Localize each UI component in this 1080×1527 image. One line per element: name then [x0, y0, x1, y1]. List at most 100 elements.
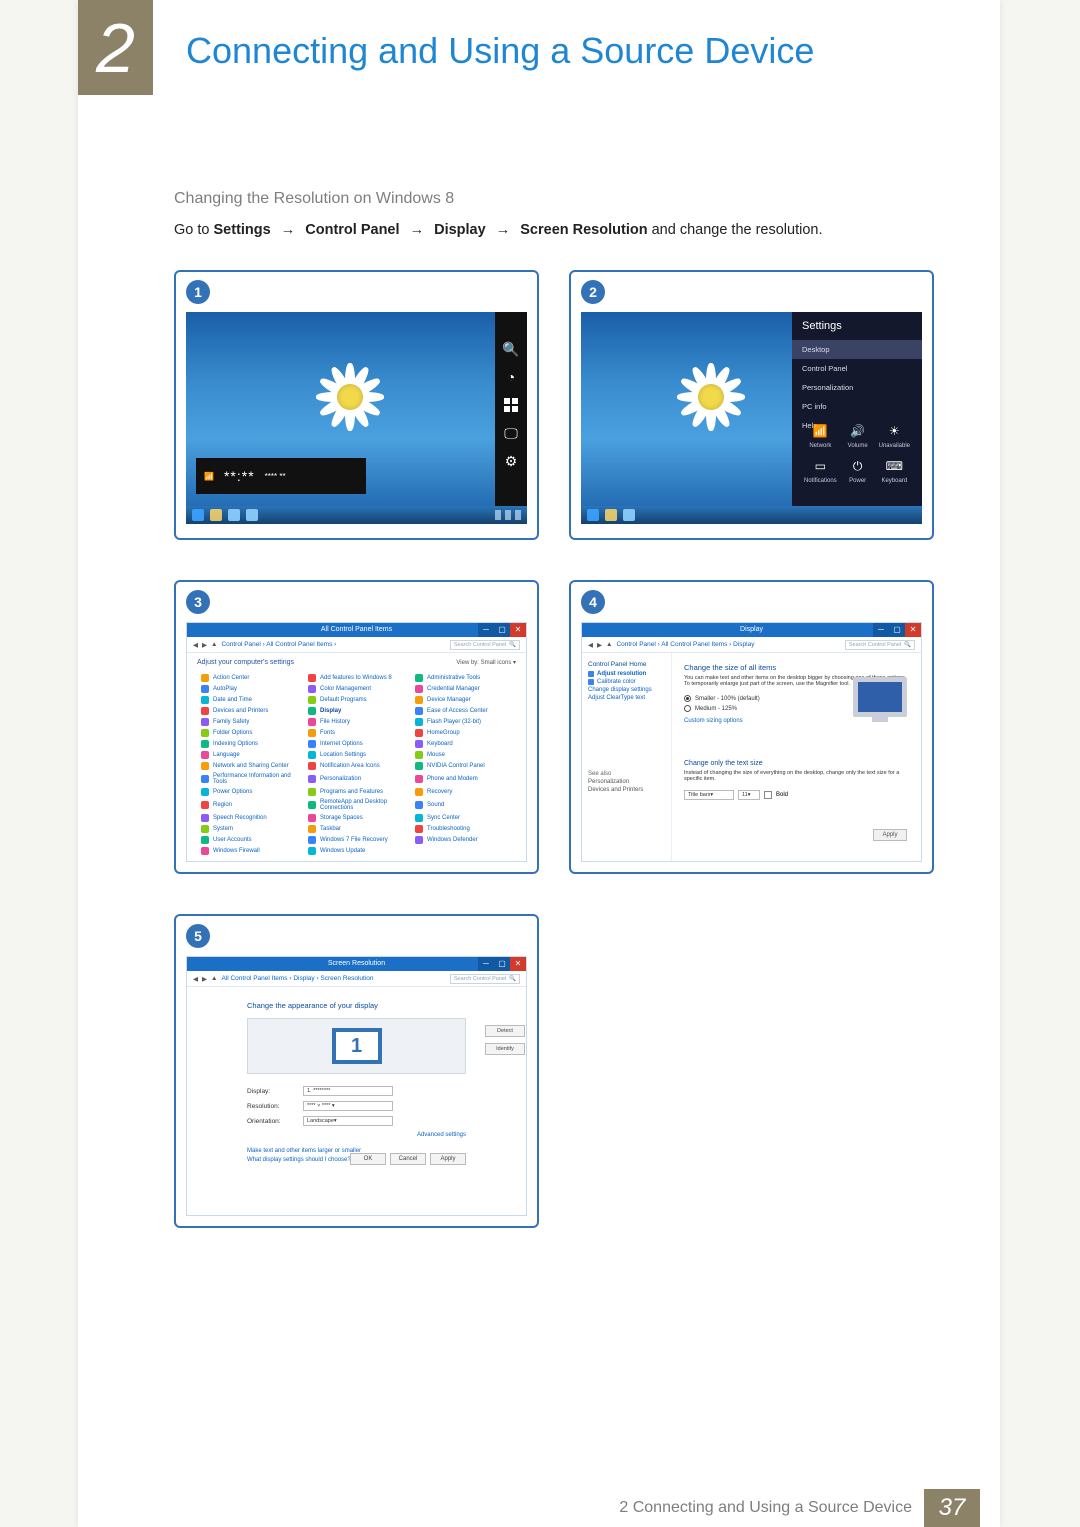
sidebar-calibrate-color[interactable]: Calibrate color	[588, 679, 665, 685]
tile-brightness[interactable]: ☀Unavailable	[879, 422, 910, 449]
nav-fwd-icon[interactable]: ▶	[202, 641, 207, 649]
cp-item[interactable]: Display	[308, 707, 405, 715]
minimize-button[interactable]: ─	[478, 623, 494, 637]
display-select[interactable]: 1. ********	[303, 1086, 393, 1096]
ie-icon[interactable]	[192, 509, 204, 521]
cp-item[interactable]: Sound	[415, 799, 512, 811]
cp-item[interactable]: NVIDIA Control Panel	[415, 762, 512, 770]
nav-up-icon[interactable]: ▲	[211, 641, 217, 648]
cp-item[interactable]: Family Safety	[201, 718, 298, 726]
sidebar-adjust-resolution[interactable]: Adjust resolution	[588, 671, 665, 677]
detect-button[interactable]: Detect	[485, 1025, 525, 1037]
cp-item[interactable]: Sync Center	[415, 814, 512, 822]
cp-item[interactable]: Speech Recognition	[201, 814, 298, 822]
cp-item[interactable]: Fonts	[308, 729, 405, 737]
ie-icon[interactable]	[587, 509, 599, 521]
close-button[interactable]: ✕	[510, 957, 526, 971]
settings-icon[interactable]: ⚙	[505, 454, 518, 468]
cp-item[interactable]: File History	[308, 718, 405, 726]
cp-item[interactable]: Performance Information and Tools	[201, 773, 298, 785]
nav-back-icon[interactable]: ◀	[588, 641, 593, 649]
nav-fwd-icon[interactable]: ▶	[202, 975, 207, 983]
cp-item[interactable]: Mouse	[415, 751, 512, 759]
tile-power[interactable]: ⏻Power	[845, 457, 871, 484]
cp-item[interactable]: Device Manager	[415, 696, 512, 704]
bold-checkbox[interactable]	[764, 791, 772, 799]
resolution-select[interactable]: **** × **** ▾	[303, 1101, 393, 1111]
nav-back-icon[interactable]: ◀	[193, 641, 198, 649]
maximize-button[interactable]: ▢	[494, 957, 510, 971]
nav-up-icon[interactable]: ▲	[606, 641, 612, 648]
cp-item[interactable]: Location Settings	[308, 751, 405, 759]
cp-item[interactable]: Administrative Tools	[415, 674, 512, 682]
item-select[interactable]: Title bars ▾	[684, 790, 734, 800]
cp-item[interactable]: Personalization	[308, 773, 405, 785]
control-panel-home-link[interactable]: Control Panel Home	[588, 661, 665, 668]
nav-back-icon[interactable]: ◀	[193, 975, 198, 983]
cp-item[interactable]: Power Options	[201, 788, 298, 796]
size-select[interactable]: 11 ▾	[738, 790, 760, 800]
apply-button[interactable]: Apply	[873, 829, 907, 841]
cp-item[interactable]: Windows Update	[308, 847, 405, 855]
cp-item[interactable]: Color Management	[308, 685, 405, 693]
tile-network[interactable]: 📶Network	[804, 422, 837, 449]
cp-item[interactable]: Devices and Printers	[201, 707, 298, 715]
cp-item[interactable]: Phone and Modem	[415, 773, 512, 785]
close-button[interactable]: ✕	[510, 623, 526, 637]
see-also-devices[interactable]: Devices and Printers	[588, 787, 665, 793]
apply-button[interactable]: Apply	[430, 1153, 466, 1165]
sidebar-change-display[interactable]: Change display settings	[588, 687, 665, 693]
search-icon[interactable]: 🔍	[502, 342, 519, 356]
cp-item[interactable]: Action Center	[201, 674, 298, 682]
taskbar-app-icon[interactable]	[246, 509, 258, 521]
settings-item-personalization[interactable]: Personalization	[792, 378, 922, 397]
sidebar-cleartype[interactable]: Adjust ClearType text	[588, 695, 665, 701]
explorer-icon[interactable]	[605, 509, 617, 521]
breadcrumb[interactable]: Control Panel › All Control Panel Items …	[221, 641, 336, 648]
nav-up-icon[interactable]: ▲	[211, 975, 217, 982]
taskbar-app-icon[interactable]	[228, 509, 240, 521]
see-also-personalization[interactable]: Personalization	[588, 779, 665, 785]
cp-item[interactable]: Date and Time	[201, 696, 298, 704]
cp-item[interactable]: Taskbar	[308, 825, 405, 833]
monitor-preview[interactable]: 1	[332, 1028, 382, 1064]
cp-item[interactable]: Windows Firewall	[201, 847, 298, 855]
cp-item[interactable]: Keyboard	[415, 740, 512, 748]
cancel-button[interactable]: Cancel	[390, 1153, 426, 1165]
cp-item[interactable]: Add features to Windows 8	[308, 674, 405, 682]
orientation-select[interactable]: Landscape ▾	[303, 1116, 393, 1126]
tray-icon[interactable]	[515, 510, 521, 520]
cp-item[interactable]: Flash Player (32-bit)	[415, 718, 512, 726]
settings-item-desktop[interactable]: Desktop	[792, 340, 922, 359]
cp-item[interactable]: AutoPlay	[201, 685, 298, 693]
cp-item[interactable]: Troubleshooting	[415, 825, 512, 833]
minimize-button[interactable]: ─	[478, 957, 494, 971]
advanced-settings-link[interactable]: Advanced settings	[247, 1132, 466, 1138]
devices-icon[interactable]: 🖵	[504, 426, 518, 440]
cp-item[interactable]: Network and Sharing Center	[201, 762, 298, 770]
taskbar-app-icon[interactable]	[623, 509, 635, 521]
search-box[interactable]: Search Control Panel 🔍	[845, 640, 915, 650]
maximize-button[interactable]: ▢	[889, 623, 905, 637]
cp-item[interactable]: Storage Spaces	[308, 814, 405, 822]
cp-item[interactable]: Credential Manager	[415, 685, 512, 693]
cp-item[interactable]: Recovery	[415, 788, 512, 796]
tile-notifications[interactable]: ▭Notifications	[804, 457, 837, 484]
tray-icon[interactable]	[495, 510, 501, 520]
breadcrumb[interactable]: Control Panel › All Control Panel Items …	[616, 641, 754, 648]
search-box[interactable]: Search Control Panel 🔍	[450, 640, 520, 650]
search-box[interactable]: Search Control Panel 🔍	[450, 974, 520, 984]
cp-item[interactable]: User Accounts	[201, 836, 298, 844]
explorer-icon[interactable]	[210, 509, 222, 521]
cp-item[interactable]: Language	[201, 751, 298, 759]
cp-item[interactable]: Ease of Access Center	[415, 707, 512, 715]
view-by[interactable]: View by: Small icons ▾	[456, 659, 516, 666]
cp-item[interactable]: RemoteApp and Desktop Connections	[308, 799, 405, 811]
maximize-button[interactable]: ▢	[494, 623, 510, 637]
cp-item[interactable]: Indexing Options	[201, 740, 298, 748]
tile-keyboard[interactable]: ⌨Keyboard	[879, 457, 910, 484]
cp-item[interactable]: Notification Area Icons	[308, 762, 405, 770]
cp-item[interactable]: Programs and Features	[308, 788, 405, 796]
close-button[interactable]: ✕	[905, 623, 921, 637]
cp-item[interactable]: Folder Options	[201, 729, 298, 737]
